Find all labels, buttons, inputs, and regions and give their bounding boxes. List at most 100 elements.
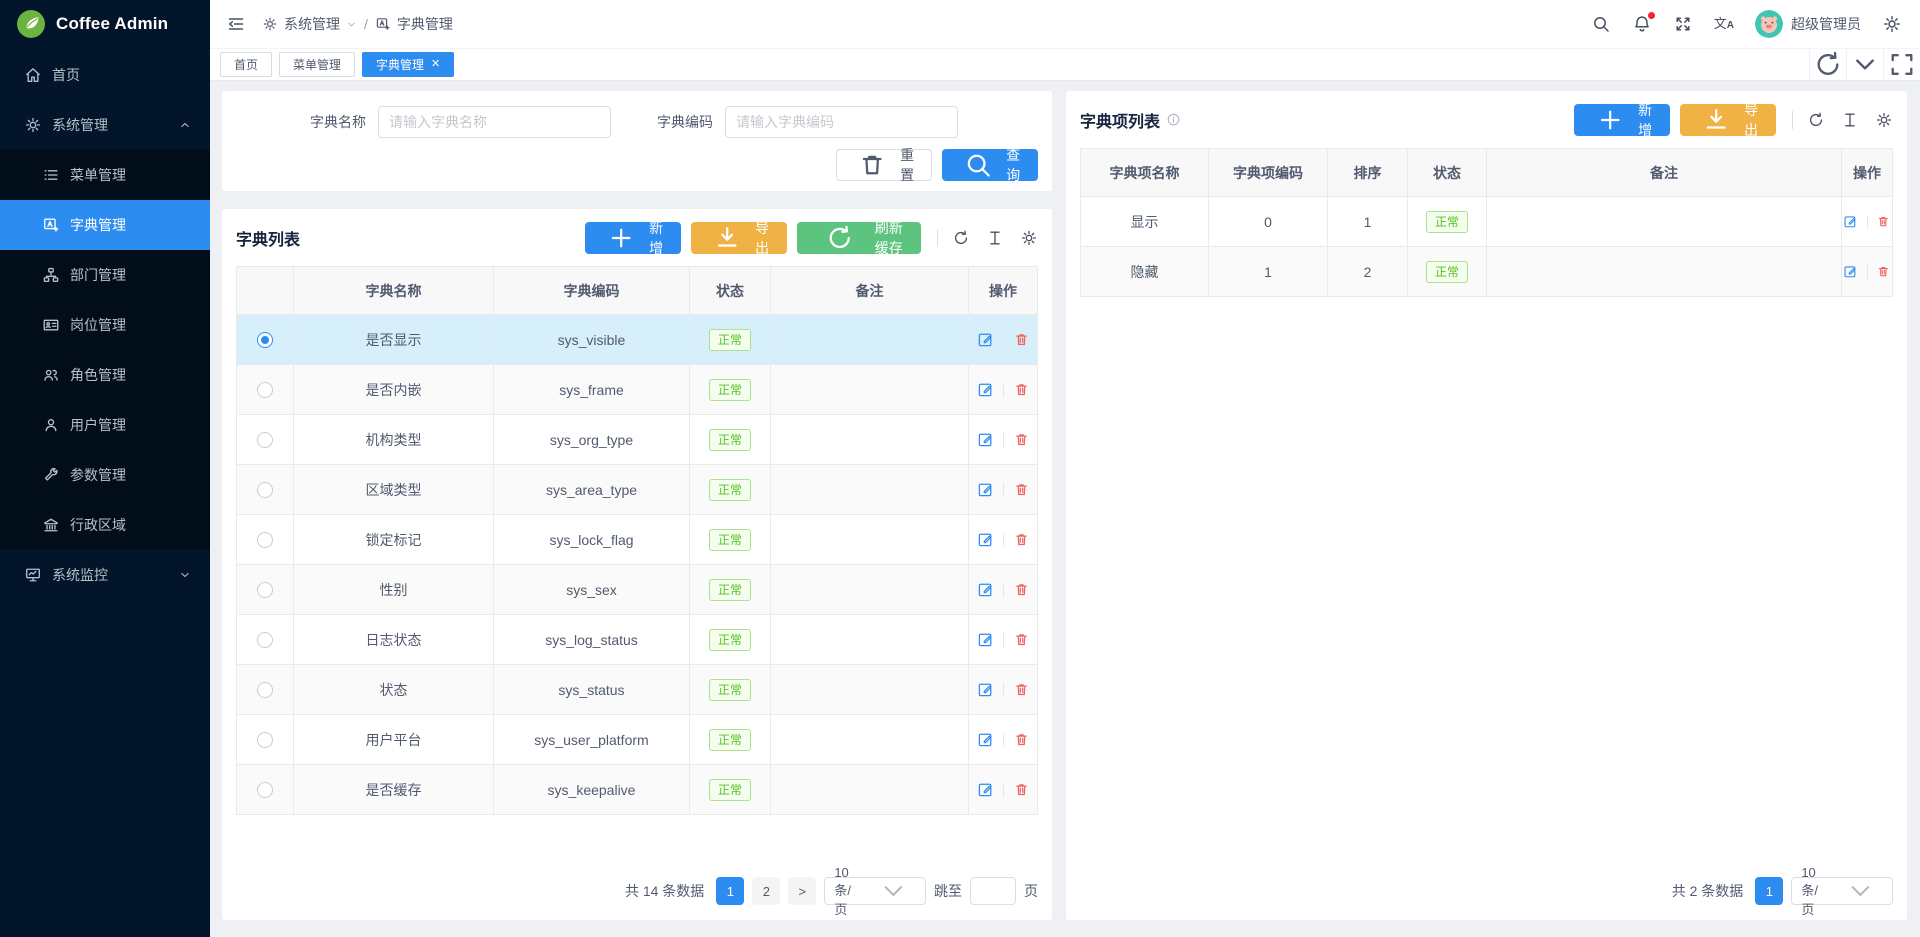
jump-page-input[interactable] [970,877,1016,905]
edit-icon[interactable] [977,481,994,498]
chevron-down-icon[interactable] [1846,49,1883,80]
delete-icon[interactable] [1013,481,1030,498]
table-row[interactable]: 机构类型 sys_org_type 正常 [237,415,1038,465]
dict-code-input[interactable] [725,106,958,138]
sidebar-item-post-mgmt[interactable]: 岗位管理 [0,300,210,350]
page-button-2[interactable]: 2 [752,877,780,905]
dict-name-cell: 是否显示 [294,315,494,365]
sidebar-item-menu-mgmt[interactable]: 菜单管理 [0,150,210,200]
status-badge: 正常 [709,479,751,501]
delete-icon[interactable] [1876,263,1891,280]
edit-icon[interactable] [1843,213,1858,230]
search-icon[interactable] [1591,14,1611,34]
add-item-button[interactable]: 新增 [1574,104,1670,136]
table-settings-gear-icon[interactable] [1020,229,1038,247]
tab-menu-mgmt[interactable]: 菜单管理 [279,52,355,77]
next-page-button[interactable]: > [788,877,816,905]
maximize-content-icon[interactable] [1883,49,1920,80]
page-button-1[interactable]: 1 [716,877,744,905]
query-button[interactable]: 查询 [942,149,1038,181]
table-row[interactable]: 锁定标记 sys_lock_flag 正常 [237,515,1038,565]
main-area: 系统管理 / 字典管理 文A 超级管理员 [210,0,1920,937]
refresh-table-icon[interactable] [1807,111,1825,129]
edit-icon[interactable] [977,681,994,698]
row-height-icon[interactable] [1841,111,1859,129]
refresh-cache-button[interactable]: 刷新缓存 [797,222,921,254]
delete-icon[interactable] [1013,681,1030,698]
sidebar-item-param-mgmt[interactable]: 参数管理 [0,450,210,500]
close-icon[interactable]: ✕ [431,59,440,70]
table-row[interactable]: 区域类型 sys_area_type 正常 [237,465,1038,515]
table-row[interactable]: 是否内嵌 sys_frame 正常 [237,365,1038,415]
tab-dict-mgmt[interactable]: 字典管理✕ [362,52,454,77]
row-radio[interactable] [257,482,273,498]
table-settings-gear-icon[interactable] [1875,111,1893,129]
refresh-page-icon[interactable] [1809,49,1846,80]
edit-icon[interactable] [977,581,994,598]
table-row[interactable]: 显示 0 1 正常 [1081,197,1893,247]
breadcrumb-current[interactable]: 字典管理 [375,14,453,34]
edit-icon[interactable] [977,381,994,398]
table-row[interactable]: 状态 sys_status 正常 [237,665,1038,715]
row-radio[interactable] [257,432,273,448]
fullscreen-icon[interactable] [1673,14,1693,34]
page-button-1[interactable]: 1 [1755,877,1783,905]
sidebar-item-user-mgmt[interactable]: 用户管理 [0,400,210,450]
notification-bell-icon[interactable] [1632,14,1652,34]
logo[interactable]: Coffee Admin [0,0,210,48]
delete-icon[interactable] [1013,381,1030,398]
sidebar-item-admin-area[interactable]: 行政区域 [0,500,210,550]
table-row[interactable]: 是否显示 sys_visible 正常 [237,315,1038,365]
table-row[interactable]: 用户平台 sys_user_platform 正常 [237,715,1038,765]
row-radio[interactable] [257,682,273,698]
add-button[interactable]: 新增 [585,222,681,254]
export-button[interactable]: 导出 [691,222,787,254]
delete-icon[interactable] [1013,331,1030,348]
edit-icon[interactable] [977,531,994,548]
sidebar-item-system[interactable]: 系统管理 [0,100,210,150]
row-radio[interactable] [257,332,273,348]
delete-icon[interactable] [1013,531,1030,548]
row-height-icon[interactable] [986,229,1004,247]
table-row[interactable]: 是否缓存 sys_keepalive 正常 [237,765,1038,815]
dict-name-input[interactable] [378,106,611,138]
row-radio[interactable] [257,532,273,548]
export-items-button[interactable]: 导出 [1680,104,1776,136]
edit-icon[interactable] [977,781,994,798]
sidebar-item-monitor[interactable]: 系统监控 [0,550,210,600]
table-row[interactable]: 日志状态 sys_log_status 正常 [237,615,1038,665]
delete-icon[interactable] [1013,431,1030,448]
delete-icon[interactable] [1013,731,1030,748]
collapse-sidebar-icon[interactable] [226,14,246,34]
page-size-select[interactable]: 10 条/页 [824,877,926,905]
status-badge: 正常 [709,779,751,801]
refresh-table-icon[interactable] [952,229,970,247]
delete-icon[interactable] [1013,781,1030,798]
row-radio[interactable] [257,782,273,798]
delete-icon[interactable] [1876,213,1891,230]
breadcrumb-parent[interactable]: 系统管理 [262,14,357,34]
sidebar-item-dict-mgmt[interactable]: 字典管理 [0,200,210,250]
row-radio[interactable] [257,582,273,598]
settings-gear-icon[interactable] [1882,14,1902,34]
delete-icon[interactable] [1013,631,1030,648]
edit-icon[interactable] [977,331,994,348]
row-radio[interactable] [257,632,273,648]
table-row[interactable]: 隐藏 1 2 正常 [1081,247,1893,297]
row-radio[interactable] [257,382,273,398]
user-menu[interactable]: 超级管理员 [1755,10,1861,38]
table-row[interactable]: 性别 sys_sex 正常 [237,565,1038,615]
tab-home[interactable]: 首页 [220,52,272,77]
sidebar-item-role-mgmt[interactable]: 角色管理 [0,350,210,400]
reset-button[interactable]: 重置 [836,149,932,181]
row-radio[interactable] [257,732,273,748]
edit-icon[interactable] [977,631,994,648]
edit-icon[interactable] [1843,263,1858,280]
translate-icon[interactable]: 文A [1714,17,1734,31]
sidebar-item-home[interactable]: 首页 [0,50,210,100]
delete-icon[interactable] [1013,581,1030,598]
page-size-select[interactable]: 10 条/页 [1791,877,1893,905]
edit-icon[interactable] [977,431,994,448]
sidebar-item-dept-mgmt[interactable]: 部门管理 [0,250,210,300]
edit-icon[interactable] [977,731,994,748]
